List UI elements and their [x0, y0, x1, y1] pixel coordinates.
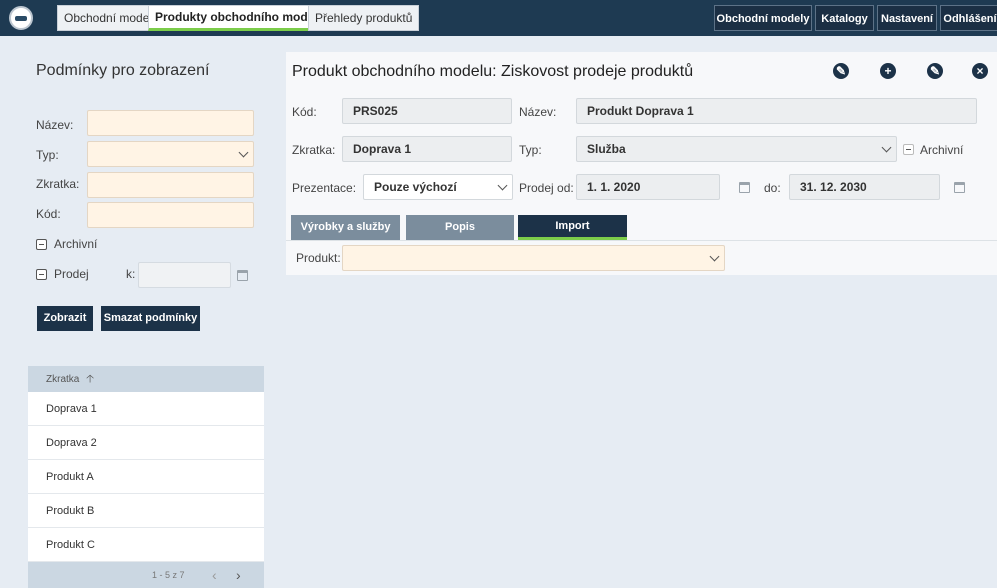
calendar-icon[interactable] [954, 182, 965, 193]
code-label: Kód: [292, 105, 317, 119]
product-row: Produkt: [286, 240, 997, 275]
code-field[interactable]: PRS025 [342, 98, 512, 124]
column-abbr-header[interactable]: Zkratka [46, 374, 79, 385]
presentation-value: Pouze výchozí [374, 180, 457, 194]
product-detail-panel: Produkt obchodního modelu: Ziskovost pro… [286, 52, 997, 275]
archive-label: Archivní [54, 237, 98, 251]
presentation-label: Prezentace: [292, 181, 357, 195]
sale-label: Prodej [54, 267, 89, 281]
abbr-field[interactable]: Doprava 1 [342, 136, 512, 162]
tab-business-model-products[interactable]: Produkty obchodního modelu [148, 5, 332, 31]
list-item[interactable]: Produkt A [28, 460, 264, 494]
chevron-down-icon [497, 180, 508, 191]
filter-name-input[interactable] [87, 110, 254, 136]
sort-up-icon[interactable]: 🡡 [86, 373, 94, 385]
edit-icon[interactable]: ✎ [833, 63, 849, 79]
product-label: Produkt: [296, 251, 341, 265]
product-select[interactable] [342, 245, 725, 271]
tab-description[interactable]: Popis [406, 215, 514, 240]
product-list: Zkratka 🡡 Doprava 1 Doprava 2 Produkt A … [28, 366, 264, 588]
type-label: Typ: [519, 143, 542, 157]
tab-business-model[interactable]: Obchodní model [57, 5, 160, 31]
list-item[interactable]: Produkt C [28, 528, 264, 562]
chevron-down-icon [709, 251, 720, 262]
filter-type-label: Typ: [36, 148, 59, 162]
archive-detail-checkbox[interactable] [903, 144, 914, 155]
type-value: Služba [587, 142, 626, 156]
sale-checkbox[interactable] [36, 269, 47, 280]
name-label: Název: [519, 105, 557, 119]
list-item[interactable]: Doprava 1 [28, 392, 264, 426]
filter-title: Podmínky pro zobrazení [36, 62, 210, 79]
show-button[interactable]: Zobrazit [37, 306, 93, 331]
close-icon[interactable]: × [972, 63, 988, 79]
filter-name-label: Název: [36, 118, 74, 132]
chevron-down-icon [881, 142, 892, 153]
filter-abbr-input[interactable] [87, 172, 254, 198]
list-header[interactable]: Zkratka 🡡 [28, 366, 264, 392]
filter-code-label: Kód: [36, 207, 61, 221]
chevron-down-icon [238, 147, 249, 158]
page-title: Produkt obchodního modelu: Ziskovost pro… [292, 63, 694, 80]
tab-import[interactable]: Import [518, 215, 627, 240]
type-select[interactable]: Služba [576, 136, 897, 162]
business-models-button[interactable]: Obchodní modely [714, 5, 812, 31]
catalogs-button[interactable]: Katalogy [815, 5, 874, 31]
filter-type-select[interactable] [87, 141, 254, 167]
tab-product-overviews[interactable]: Přehledy produktů [308, 5, 420, 31]
sale-to-field[interactable]: 31. 12. 2030 [789, 174, 940, 200]
app-logo-icon[interactable] [9, 6, 33, 30]
tab-products-services[interactable]: Výrobky a služby [291, 215, 400, 240]
list-item[interactable]: Produkt B [28, 494, 264, 528]
rename-icon[interactable]: ✎ [927, 63, 943, 79]
presentation-select[interactable]: Pouze výchozí [363, 174, 513, 200]
archive-detail-label: Archivní [920, 143, 964, 157]
sale-k-label: k: [126, 267, 136, 281]
filter-code-input[interactable] [87, 202, 254, 228]
clear-filter-button[interactable]: Smazat podmínky [101, 306, 200, 331]
name-field[interactable]: Produkt Doprava 1 [576, 98, 977, 124]
sale-date-input[interactable] [138, 262, 231, 288]
sale-from-label: Prodej od: [519, 181, 574, 195]
pagination: 1 - 5 z 7 ‹ › [28, 562, 264, 588]
top-navigation-bar: Obchodní model Produkty obchodního model… [0, 0, 997, 36]
list-item[interactable]: Doprava 2 [28, 426, 264, 460]
filter-abbr-label: Zkratka: [36, 177, 80, 191]
calendar-icon[interactable] [739, 182, 750, 193]
archive-checkbox[interactable] [36, 239, 47, 250]
sale-from-field[interactable]: 1. 1. 2020 [576, 174, 720, 200]
settings-button[interactable]: Nastavení [877, 5, 937, 31]
logout-button[interactable]: Odhlášení [940, 5, 997, 31]
calendar-icon[interactable] [237, 270, 248, 281]
abbr-label: Zkratka: [292, 143, 336, 157]
pagination-text: 1 - 5 z 7 [152, 570, 185, 580]
sale-to-label: do: [764, 181, 781, 195]
chevron-right-icon[interactable]: › [236, 567, 241, 583]
chevron-left-icon[interactable]: ‹ [212, 567, 217, 583]
add-icon[interactable]: + [880, 63, 896, 79]
